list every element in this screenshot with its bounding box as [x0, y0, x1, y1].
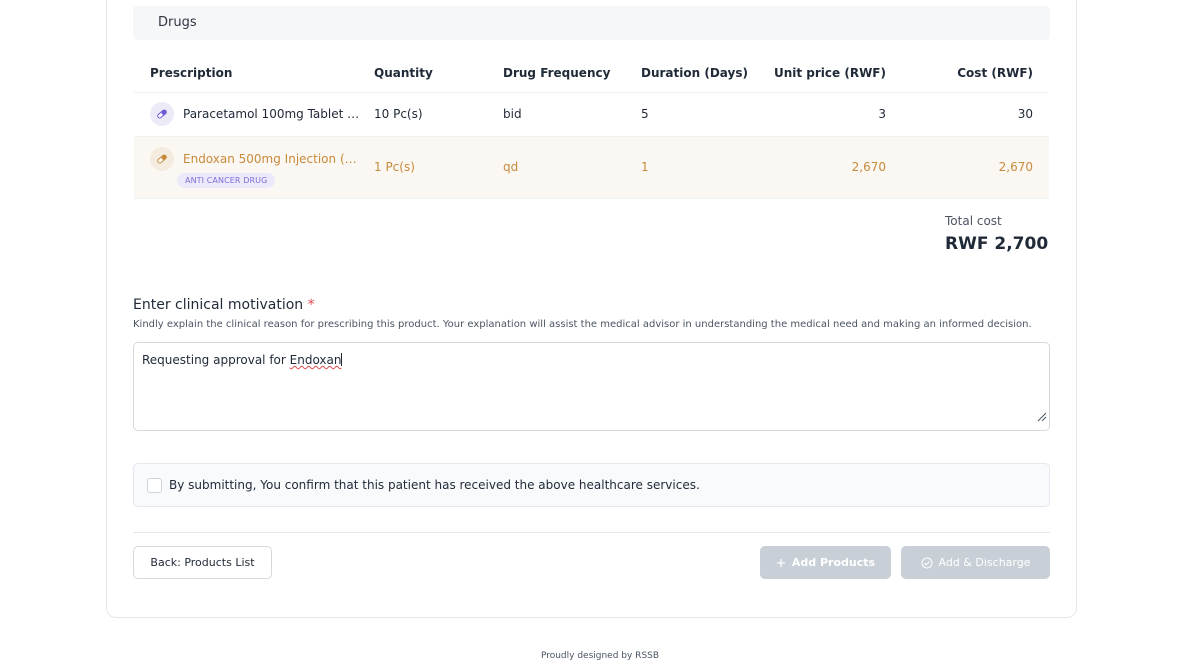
anti-cancer-badge: ANTI CANCER DRUG	[177, 172, 276, 188]
table-row[interactable]: Paracetamol 100mg Tablet (Par... 10 Pc(s…	[134, 92, 1049, 137]
confirm-checkbox[interactable]	[147, 477, 162, 493]
drug-name: Endoxan 500mg Injection (Cycl...	[183, 151, 363, 166]
add-discharge-button[interactable]: Add & Discharge	[901, 546, 1050, 579]
motivation-value-prefix: Requesting approval for	[142, 353, 290, 367]
add-products-button[interactable]: Add Products	[760, 546, 891, 579]
motivation-label-text: Enter clinical motivation	[133, 297, 304, 313]
col-prescription: Prescription	[134, 54, 374, 93]
table-header-row: Prescription Quantity Drug Frequency Dur…	[134, 54, 1049, 93]
unit-price-cell: 3	[751, 92, 886, 137]
plus-icon	[776, 558, 785, 567]
table-row[interactable]: Endoxan 500mg Injection (Cycl... ANTI CA…	[134, 136, 1049, 199]
duration-cell: 5	[641, 92, 751, 137]
text-cursor	[341, 353, 343, 366]
cost-cell: 30	[886, 92, 1049, 137]
quantity-cell: 1 Pc(s)	[374, 136, 503, 199]
resize-handle-icon[interactable]	[1037, 412, 1047, 422]
drug-cell: Paracetamol 100mg Tablet (Par...	[150, 102, 374, 126]
col-duration: Duration (Days)	[641, 54, 751, 93]
col-quantity: Quantity	[374, 54, 503, 93]
motivation-textarea[interactable]: Requesting approval for Endoxan	[133, 342, 1050, 431]
col-cost: Cost (RWF)	[886, 54, 1049, 93]
required-mark: *	[307, 297, 315, 313]
section-title: Drugs	[158, 15, 197, 30]
motivation-value-word: Endoxan	[289, 353, 342, 367]
motivation-label: Enter clinical motivation *	[133, 297, 315, 313]
section-header-drugs: Drugs	[133, 6, 1050, 40]
col-frequency: Drug Frequency	[503, 54, 641, 93]
frequency-cell: qd	[503, 136, 641, 199]
unit-price-cell: 2,670	[751, 136, 886, 199]
back-button[interactable]: Back: Products List	[133, 546, 272, 579]
divider	[133, 532, 1050, 533]
motivation-help-text: Kindly explain the clinical reason for p…	[133, 319, 1032, 330]
check-circle-icon	[921, 557, 933, 568]
drugs-table: Prescription Quantity Drug Frequency Dur…	[134, 54, 1049, 199]
total-cost-value: RWF 2,700	[945, 234, 1049, 254]
add-products-label: Add Products	[791, 556, 876, 569]
total-cost-label: Total cost	[945, 214, 1002, 228]
quantity-cell: 10 Pc(s)	[374, 92, 503, 137]
pill-icon	[150, 102, 174, 126]
drug-cell: Endoxan 500mg Injection (Cycl... ANTI CA…	[150, 146, 374, 188]
confirm-box: By submitting, You confirm that this pat…	[133, 463, 1050, 507]
add-discharge-label: Add & Discharge	[938, 556, 1031, 569]
frequency-cell: bid	[503, 92, 641, 137]
pill-icon	[150, 146, 174, 171]
col-unit-price: Unit price (RWF)	[751, 54, 886, 93]
duration-cell: 1	[641, 136, 751, 199]
cost-cell: 2,670	[886, 136, 1049, 199]
drug-name: Paracetamol 100mg Tablet (Par...	[183, 107, 363, 121]
confirm-text: By submitting, You confirm that this pat…	[169, 478, 700, 492]
footer-text: Proudly designed by RSSB	[540, 651, 660, 661]
